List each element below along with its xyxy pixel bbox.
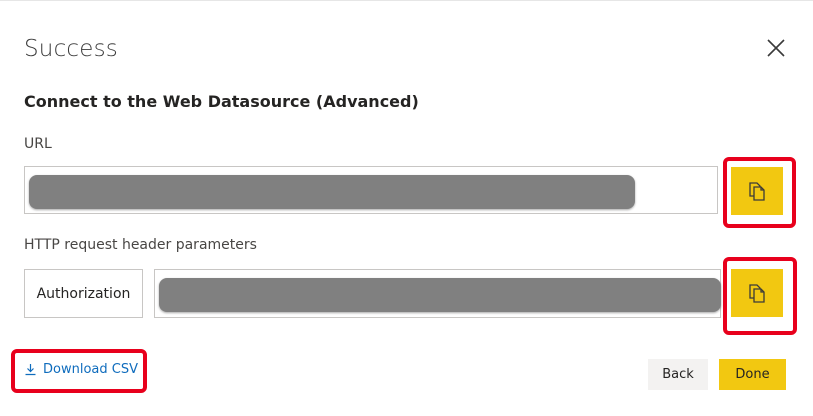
url-label: URL [24,136,52,152]
copy-url-button[interactable] [731,167,783,215]
redacted-url-value [29,175,635,209]
header-params-label: HTTP request header parameters [24,237,257,253]
close-icon [767,39,785,57]
back-button[interactable]: Back [648,359,708,390]
copy-header-button[interactable] [731,269,783,317]
redacted-header-value [159,278,721,312]
dialog-subtitle: Connect to the Web Datasource (Advanced) [24,92,419,111]
done-button[interactable]: Done [719,359,786,390]
header-value-field[interactable] [154,269,721,318]
dialog-title: Success [24,36,118,62]
download-csv-label: Download CSV [43,362,138,377]
copy-icon [749,182,765,201]
top-divider [0,0,813,1]
download-csv-link[interactable]: Download CSV [24,362,138,377]
download-icon [25,364,36,376]
copy-icon [749,284,765,303]
close-button[interactable] [764,36,788,60]
header-key-field: Authorization [24,269,143,318]
url-field[interactable] [24,166,718,214]
